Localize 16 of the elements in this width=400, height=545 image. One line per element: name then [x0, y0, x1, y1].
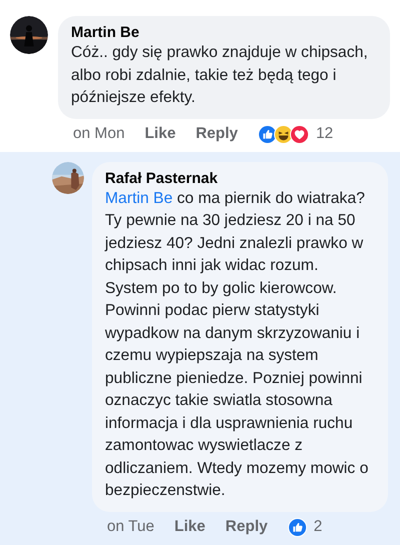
author-name: Rafał Pasternak [105, 170, 219, 186]
timestamp: on Tue [107, 518, 154, 536]
comment-text: Cóż.. gdy się prawko znajduje w chipsach, albo robi zdalnie, takie też będą tego i późniejsze efekty. [71, 43, 369, 108]
comment-text: Martin Be co ma piernik do wiatraka? Ty pewnie na 30 jedziesz 20 i na 50 jedziesz 40? Jedni znalezli prawko w chipsach inni jak widac rozum. System po to by golic kierowcow. Powinni podac pierw statystyki wypadkow na danym skrzyzowaniu i czemu wypiepszaja na system publiczne pieniedze. Pozniej powinni oznaczyc takie swiatla stosowna informacja i dla usprawnienia ruchu zamontowac wyswietlacze z odliczaniem. Wtedy mozemy mowic o bezpieczenstwie. [105, 188, 370, 501]
like-icon [258, 124, 277, 144]
like-button[interactable]: Like [144, 125, 176, 143]
laughing-face-icon [274, 124, 293, 144]
mention-link[interactable]: Martin Be [105, 190, 173, 206]
timestamp: on Mon [73, 125, 125, 143]
reaction-count: 12 [316, 125, 334, 143]
reaction-count: 2 [314, 518, 322, 536]
reply-button[interactable]: Reply [196, 125, 238, 143]
like-icon [288, 518, 307, 536]
like-button[interactable]: Like [174, 518, 206, 536]
reply-button[interactable]: Reply [225, 518, 268, 536]
author-name: Martin Be [71, 24, 140, 41]
